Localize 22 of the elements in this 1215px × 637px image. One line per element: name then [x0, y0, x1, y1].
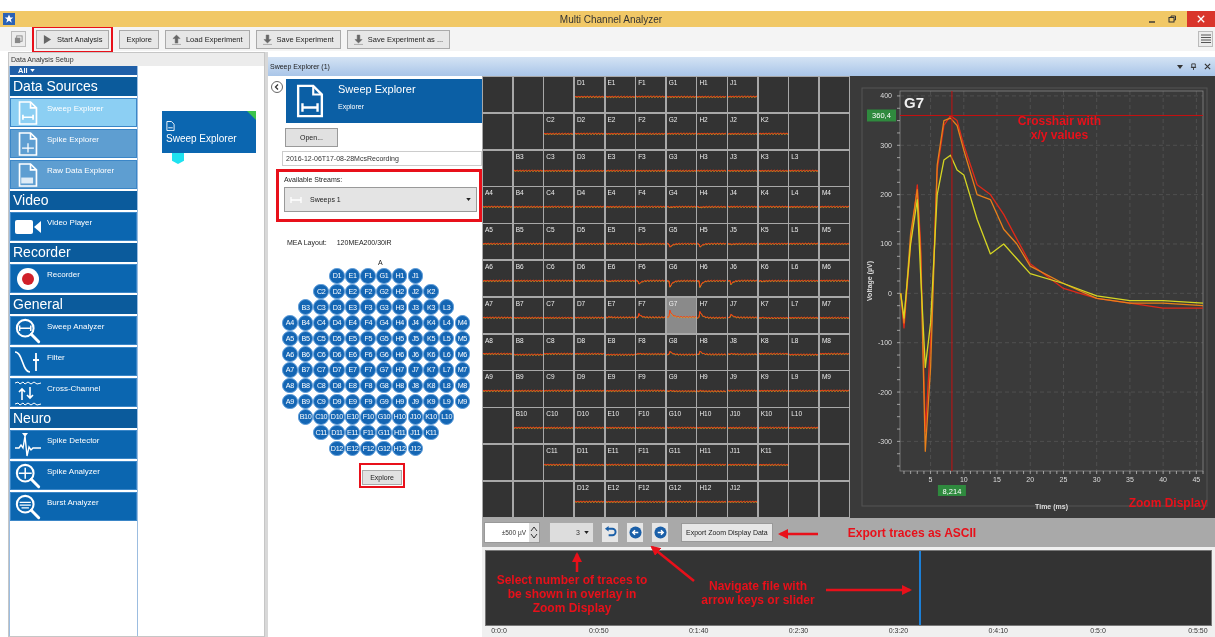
sidebar-item[interactable]: Recorder	[10, 264, 137, 293]
canvas-node[interactable]: Sweep Explorer	[162, 111, 256, 153]
explorer-title: Sweep Explorer	[338, 83, 416, 95]
sidebar-item[interactable]: Filter	[10, 347, 137, 376]
group-header: Recorder	[10, 243, 137, 262]
sidebar-item[interactable]: Spike Analyzer	[10, 461, 137, 490]
group-header: Data Sources	[10, 77, 137, 96]
callout-text: Export traces as ASCII	[846, 526, 978, 540]
sidebar-item[interactable]: Spike Detector	[10, 430, 137, 459]
chart-title: G7	[904, 94, 924, 111]
group-header: General	[10, 295, 137, 314]
callout-text: Zoom Display	[1127, 496, 1209, 510]
sidebar-item[interactable]: Cross-Channel	[10, 378, 137, 407]
callout-text: Select number of traces to be shown in overlay in Zoom Display	[496, 573, 648, 615]
callout-text: Navigate file with arrow keys or slider	[700, 579, 816, 607]
sidebar-item[interactable]: Video Player	[10, 212, 137, 241]
window-title: Multi Channel Analyzer	[558, 13, 664, 25]
sidebar-item[interactable]: Sweep Analyzer	[10, 316, 137, 345]
sidebar-item[interactable]: Burst Analyzer	[10, 492, 137, 521]
group-header: Video	[10, 191, 137, 210]
group-header: Neuro	[10, 409, 137, 428]
callout-text: Crosshair with x/y values	[1016, 114, 1103, 142]
